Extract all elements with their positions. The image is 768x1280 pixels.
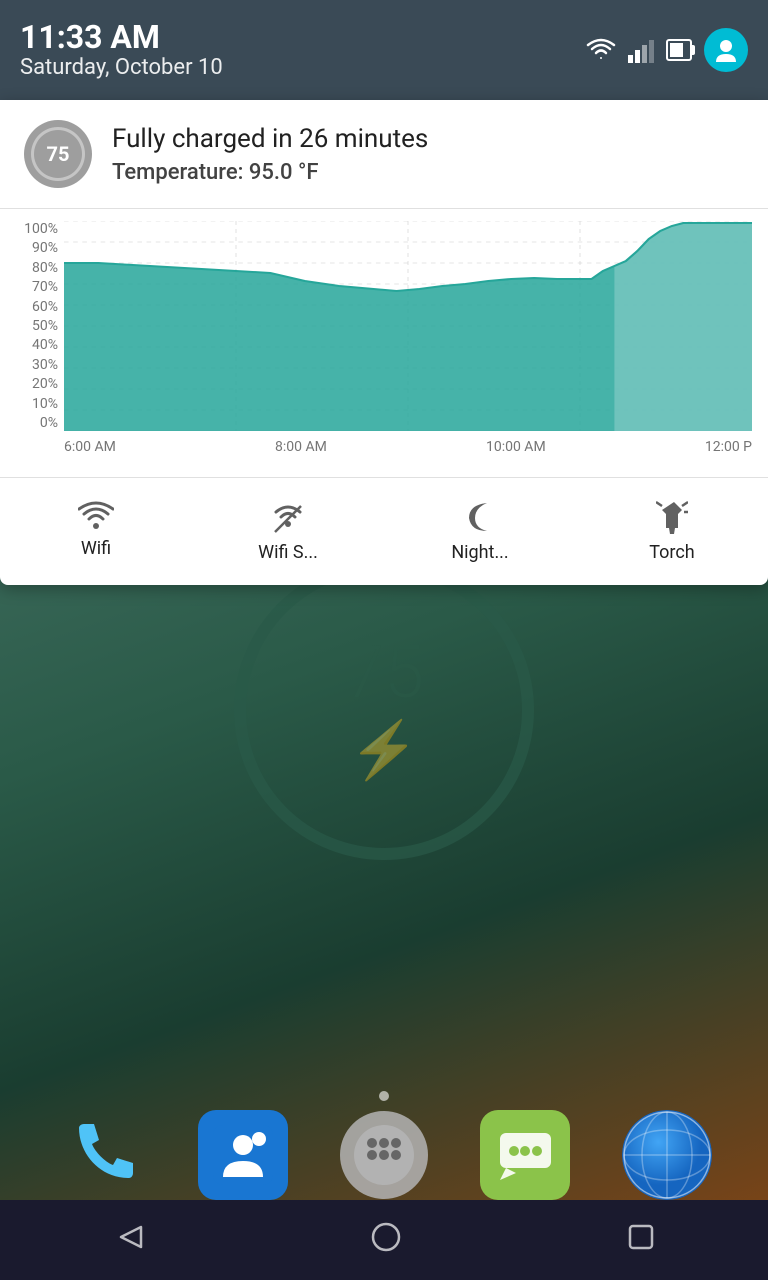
chart-y-axis: 100% 90% 80% 70% 60% 50% 40% 30% 20% 10%… (16, 221, 64, 431)
home-button[interactable] (340, 1211, 432, 1270)
quick-settings: Wifi Wifi S... Night... (0, 478, 768, 585)
x-label-6am: 6:00 AM (64, 439, 116, 455)
chart-area (64, 221, 752, 431)
battery-notification: 75 Fully charged in 26 minutes Temperatu… (0, 100, 768, 209)
chart-section: 100% 90% 80% 70% 60% 50% 40% 30% 20% 10%… (0, 209, 768, 478)
y-label-40: 40% (32, 337, 58, 353)
status-date: Saturday, October 10 (20, 55, 586, 80)
browser-icon (622, 1110, 712, 1200)
wifi-settings-label: Wifi S... (258, 542, 318, 563)
battery-circle-icon: 75 (24, 120, 92, 188)
wifi-label: Wifi (81, 538, 111, 559)
notification-panel: 75 Fully charged in 26 minutes Temperatu… (0, 100, 768, 585)
y-label-50: 50% (32, 318, 58, 334)
wifi-status-icon (586, 37, 616, 63)
y-label-70: 70% (32, 279, 58, 295)
night-mode-label: Night... (451, 542, 508, 563)
status-bar: 11:33 AM Saturday, October 10 (0, 0, 768, 100)
x-label-12pm: 12:00 P (705, 439, 752, 455)
status-bar-right (586, 28, 748, 72)
torch-icon (656, 500, 688, 534)
battery-fill (670, 43, 683, 57)
x-label-8am: 8:00 AM (275, 439, 327, 455)
quick-setting-wifi[interactable]: Wifi (0, 486, 192, 577)
battery-chart-svg (64, 221, 752, 431)
clock-number: 75 (344, 637, 424, 709)
launcher-icon (354, 1125, 414, 1185)
battery-text-container: Fully charged in 26 minutes Temperature:… (112, 123, 744, 186)
page-indicator (379, 1086, 389, 1105)
battery-temperature: Temperature: 95.0 °F (112, 160, 744, 185)
y-label-100: 100% (24, 221, 58, 237)
dock-area (0, 1110, 768, 1200)
phone-icon (64, 1118, 139, 1193)
y-label-60: 60% (32, 299, 58, 315)
quick-setting-torch[interactable]: Torch (576, 486, 768, 577)
battery-icon (666, 39, 692, 61)
dock-contacts[interactable] (198, 1110, 288, 1200)
y-label-90: 90% (32, 240, 58, 256)
y-label-80: 80% (32, 260, 58, 276)
y-label-10: 10% (32, 396, 58, 412)
signal-icon (628, 37, 654, 63)
clock-widget: 75 ⚡ (234, 560, 534, 860)
status-bar-left: 11:33 AM Saturday, October 10 (20, 20, 586, 80)
y-label-30: 30% (32, 357, 58, 373)
status-time: 11:33 AM (20, 20, 586, 55)
recents-button[interactable] (597, 1213, 685, 1268)
night-mode-icon (465, 500, 495, 534)
battery-percentage: 75 (31, 127, 85, 181)
dock-browser[interactable] (622, 1110, 712, 1200)
torch-label: Torch (649, 542, 694, 563)
dock-messages[interactable] (480, 1110, 570, 1200)
page-dot (379, 1091, 389, 1101)
wifi-quick-icon (78, 500, 114, 530)
quick-setting-night-mode[interactable]: Night... (384, 486, 576, 577)
avatar-icon[interactable] (704, 28, 748, 72)
dock-phone[interactable] (56, 1110, 146, 1200)
messages-icon (488, 1118, 563, 1193)
contacts-icon (213, 1125, 273, 1185)
avatar-silhouette-icon (712, 36, 740, 64)
back-button[interactable] (83, 1211, 175, 1270)
chart-x-axis: 6:00 AM 8:00 AM 10:00 AM 12:00 P (64, 433, 752, 461)
nav-bar (0, 1200, 768, 1280)
x-label-10am: 10:00 AM (486, 439, 546, 455)
y-label-0: 0% (40, 415, 58, 431)
wifi-settings-icon (270, 500, 306, 534)
dock-launcher[interactable] (340, 1111, 428, 1199)
battery-title: Fully charged in 26 minutes (112, 123, 744, 157)
y-label-20: 20% (32, 376, 58, 392)
quick-setting-wifi-settings[interactable]: Wifi S... (192, 486, 384, 577)
chart-container: 100% 90% 80% 70% 60% 50% 40% 30% 20% 10%… (16, 221, 752, 461)
clock-bolt-icon: ⚡ (349, 717, 419, 783)
